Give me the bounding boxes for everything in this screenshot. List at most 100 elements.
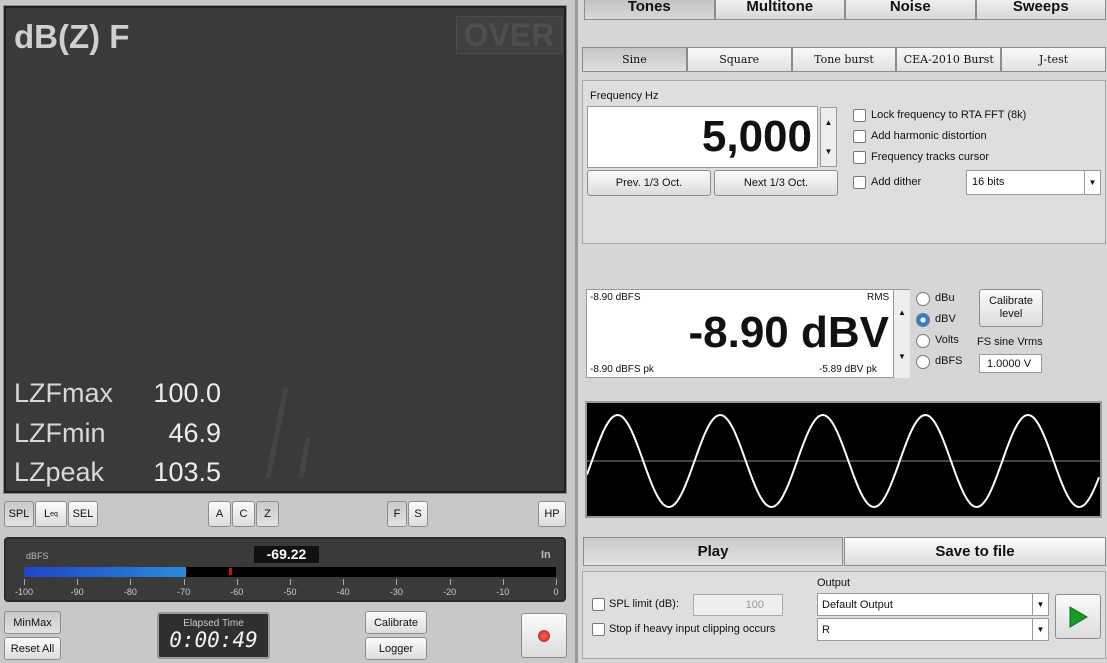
level-tick-mark [449,579,451,585]
level-scale: -100 -90 -80 -70 -60 -50 -40 -30 -20 -10 0 [15,579,559,599]
level-up-icon[interactable]: ▲ [894,290,910,334]
next-octave-button[interactable]: Next 1/3 Oct. [714,170,838,196]
output-channel-select[interactable]: R ▼ [817,618,1049,641]
output-panel: SPL limit (dB): 100 Stop if heavy input … [582,571,1106,659]
unit-radio-volts[interactable] [916,334,930,348]
level-unit-label: dBFS [26,551,49,561]
input-level-meter: dBFS -69.22 In -100 -90 -80 -70 -60 -50 -40 -30… [4,537,566,602]
lock-frequency-label: Lock frequency to RTA FFT (8k) [871,109,1027,121]
tab-tones[interactable]: Tones [584,0,715,20]
level-display: -8.90 dBFS RMS -8.90 dBV -8.90 dBFS pk -… [586,289,910,378]
waveform-scope [585,401,1102,518]
subtab-cea-burst[interactable]: CEA-2010 Burst [896,47,1002,72]
sel-button[interactable]: SEL [68,501,98,527]
spl-button[interactable]: SPL [4,501,34,527]
spl-limit-input[interactable]: 100 [693,594,783,616]
fast-button[interactable]: F [387,501,407,527]
chevron-down-icon: ▼ [1032,619,1048,640]
unit-radio-dbu[interactable] [916,292,930,306]
c-weighting-button[interactable]: C [232,501,255,527]
lock-frequency-checkbox[interactable] [853,109,866,122]
play-button[interactable] [1055,594,1101,639]
harmonic-distortion-checkbox[interactable] [853,130,866,143]
subtab-square[interactable]: Square [686,47,792,72]
output-label: Output [817,577,851,589]
level-tick-mark [77,579,79,585]
level-tick-label: -60 [230,587,244,597]
level-dbfs-peak: -8.90 dBFS pk [590,364,654,375]
output-device-value: Default Output [822,599,893,611]
frequency-stepper[interactable]: ▲ ▼ [820,107,837,167]
z-weighting-button[interactable]: Z [256,501,279,527]
hp-button[interactable]: HP [538,501,566,527]
unit-label-dbu: dBu [935,292,955,304]
elapsed-time-display: Elapsed Time 0:00:49 [157,612,270,659]
stat-value-max: 100.0 [153,378,221,408]
stat-label-max: LZFmax [14,378,114,408]
level-tick-label: -10 [496,587,510,597]
level-tick-label: -100 [14,587,33,597]
prev-octave-button[interactable]: Prev. 1/3 Oct. [587,170,711,196]
tracks-cursor-checkbox[interactable] [853,151,866,164]
level-tick-mark [556,579,557,585]
unit-radio-dbv[interactable] [916,313,930,327]
play-tab[interactable]: Play [583,537,843,566]
leq-button[interactable]: Leq [35,501,67,527]
channel-label: In [541,549,551,561]
dither-checkbox[interactable] [853,176,866,189]
tone-type-tabs: Sine Square Tone burst CEA-2010 Burst J-… [582,47,1106,72]
spl-limit-checkbox[interactable] [592,598,605,611]
level-dbv-peak: -5.89 dBV pk [819,364,877,375]
unit-radio-dbfs[interactable] [916,355,930,369]
frequency-input[interactable]: 5,000 [587,106,818,168]
frequency-panel: Frequency Hz 5,000 ▲ ▼ Prev. 1/3 Oct. Ne… [582,80,1106,244]
calibrate-level-button[interactable]: Calibrate level [979,289,1043,327]
tracks-cursor-label: Frequency tracks cursor [871,151,989,163]
level-reading: -69.22 [254,546,319,563]
level-down-icon[interactable]: ▼ [894,334,910,378]
chevron-down-icon: ▼ [1084,171,1100,194]
tab-multitone[interactable]: Multitone [714,0,845,20]
unit-label-dbv: dBV [935,313,956,325]
stop-clipping-checkbox[interactable] [592,623,605,636]
meter-title: dB(Z) F [14,18,130,55]
level-stepper[interactable]: ▲ ▼ [893,290,910,378]
subtab-j-test[interactable]: J-test [1001,47,1106,72]
tab-sweeps[interactable]: Sweeps [975,0,1106,20]
slow-button[interactable]: S [408,501,428,527]
subtab-sine[interactable]: Sine [582,47,687,72]
level-tick-label: -70 [177,587,191,597]
level-bar-fill [24,567,186,577]
level-tick-label: -90 [70,587,84,597]
save-to-file-tab[interactable]: Save to file [844,537,1106,566]
level-tick-label: -40 [336,587,350,597]
output-device-select[interactable]: Default Output ▼ [817,593,1049,616]
stepper-up-icon[interactable]: ▲ [821,108,836,137]
unit-label-dbfs: dBFS [935,355,963,367]
peak-marker [229,568,232,575]
stepper-down-icon[interactable]: ▼ [821,137,836,166]
dither-label: Add dither [871,176,922,188]
stat-value-min: 46.9 [168,418,221,448]
level-tick-label: -20 [443,587,457,597]
stat-value-peak: 103.5 [153,457,221,487]
record-button[interactable] [521,613,567,658]
output-channel-value: R [822,624,830,636]
tab-noise[interactable]: Noise [845,0,976,20]
calibrate-button[interactable]: Calibrate [365,611,427,634]
elapsed-time-value: 0:00:49 [169,628,258,652]
fs-sine-input[interactable]: 1.0000 V [979,354,1042,373]
reset-all-button[interactable]: Reset All [4,637,61,660]
background-graph [265,387,311,479]
level-value[interactable]: -8.90 dBV [688,308,889,358]
leq-subscript: eq [50,510,58,518]
minmax-button[interactable]: MinMax [4,611,61,634]
a-weighting-button[interactable]: A [208,501,231,527]
level-rms-label: RMS [867,292,890,303]
bits-select[interactable]: 16 bits ▼ [966,170,1101,195]
level-tick-mark [290,579,291,585]
subtab-tone-burst[interactable]: Tone burst [791,47,897,72]
level-tick-mark [502,579,504,585]
over-indicator: OVER [456,16,562,54]
logger-button[interactable]: Logger [365,637,427,660]
